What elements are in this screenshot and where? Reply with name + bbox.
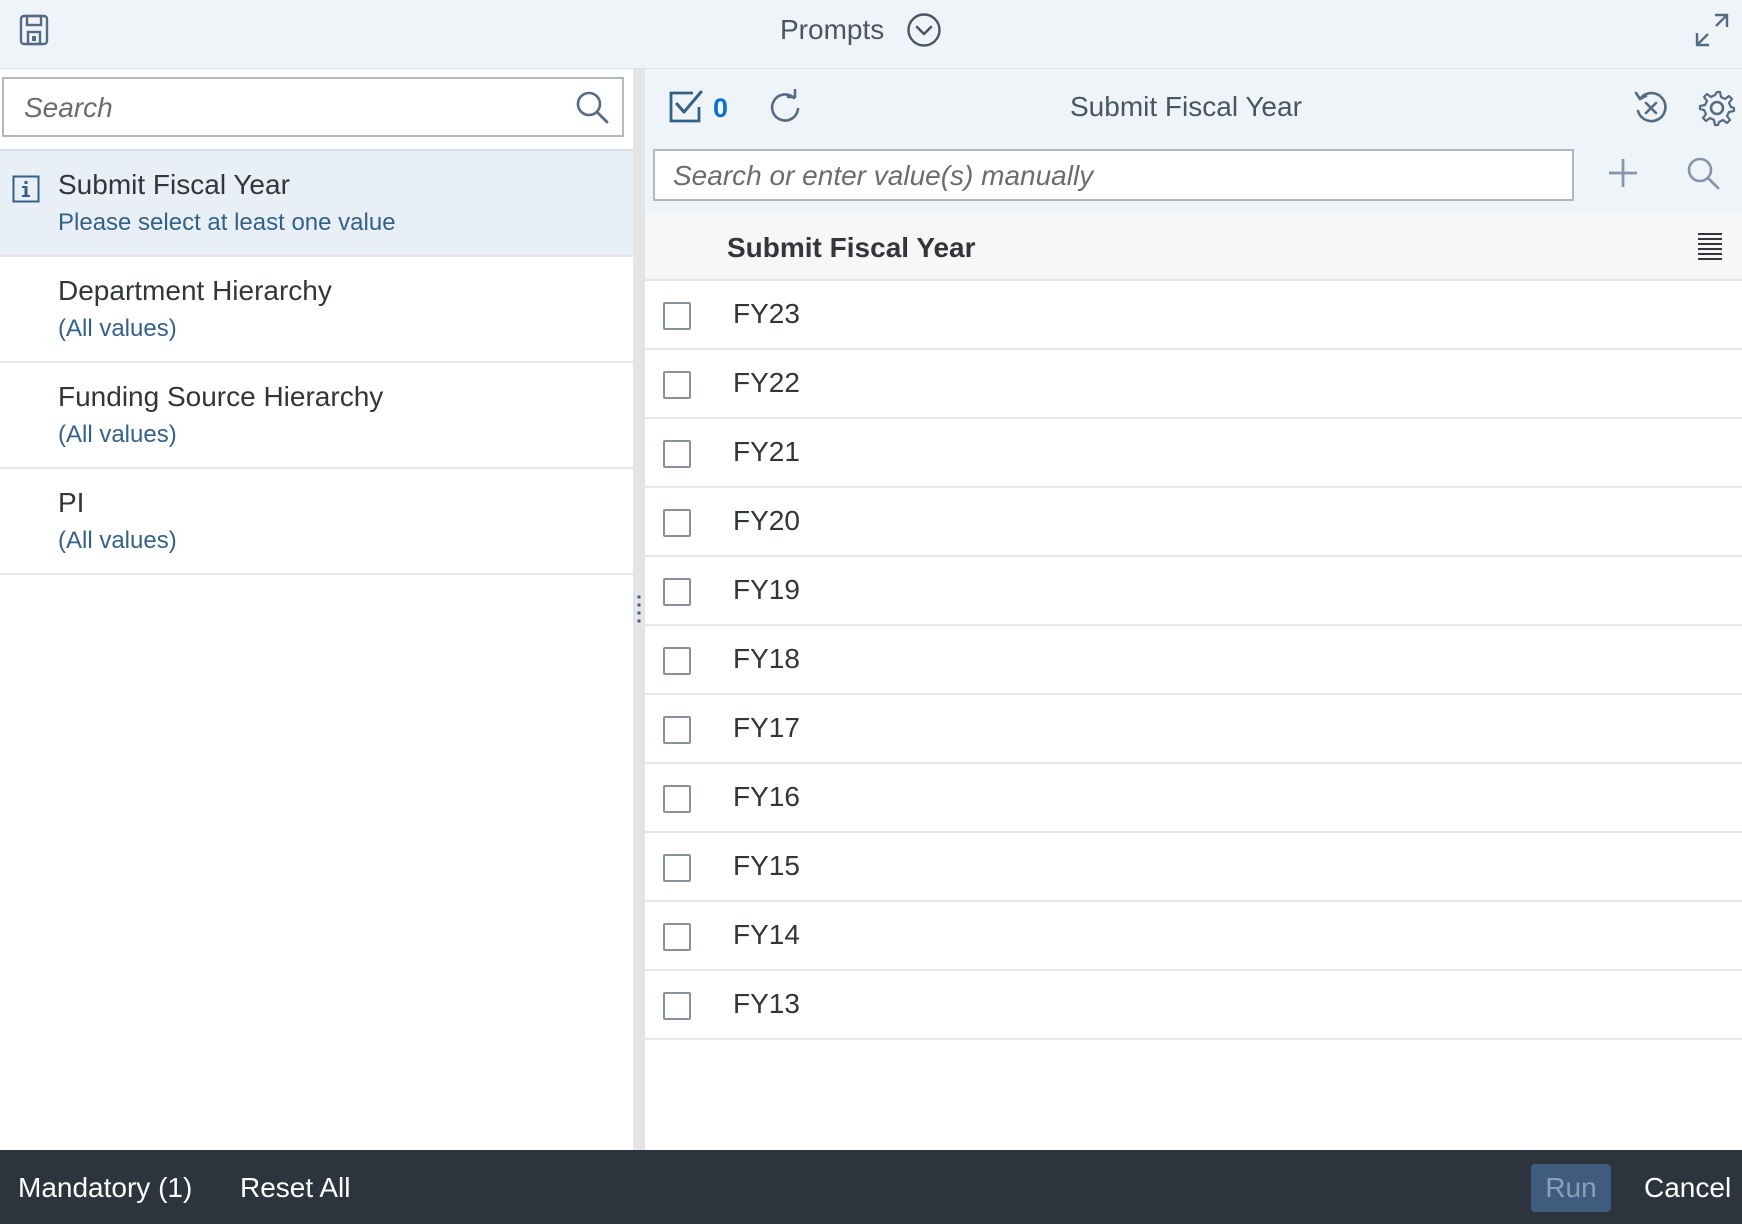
- prompt-search-input[interactable]: [22, 79, 546, 137]
- value-checkbox[interactable]: [663, 785, 691, 813]
- panel-title: Submit Fiscal Year: [1070, 91, 1302, 122]
- prompt-item-subtitle: (All values): [58, 421, 177, 448]
- value-checkbox[interactable]: [663, 440, 691, 468]
- cancel-button[interactable]: Cancel: [1644, 1164, 1731, 1212]
- value-row[interactable]: FY21: [645, 419, 1742, 488]
- save-icon[interactable]: [16, 12, 52, 48]
- splitter-grip-icon[interactable]: [637, 594, 641, 624]
- value-row[interactable]: FY20: [645, 488, 1742, 557]
- value-checkbox[interactable]: [663, 716, 691, 744]
- checkbox-checked-icon[interactable]: [667, 89, 703, 125]
- value-label: FY15: [733, 850, 800, 881]
- prompt-item-subtitle: Please select at least one value: [58, 209, 396, 236]
- prompts-header: Prompts: [0, 0, 1742, 69]
- value-checkbox[interactable]: [663, 509, 691, 537]
- value-checkbox[interactable]: [663, 647, 691, 675]
- search-icon[interactable]: [574, 89, 610, 125]
- value-search-input[interactable]: [671, 151, 1555, 201]
- prompts-title-group[interactable]: Prompts: [780, 10, 942, 50]
- mandatory-filter-button[interactable]: Mandatory (1): [18, 1164, 192, 1212]
- value-label: FY19: [733, 574, 800, 605]
- value-checkbox[interactable]: [663, 923, 691, 951]
- value-label: FY23: [733, 298, 800, 329]
- value-row[interactable]: FY18: [645, 626, 1742, 695]
- prompt-list-panel: Submit Fiscal Year Please select at leas…: [0, 69, 633, 1150]
- prompt-item-title: Submit Fiscal Year: [58, 169, 290, 200]
- run-button[interactable]: Run: [1531, 1164, 1611, 1212]
- value-row[interactable]: FY16: [645, 764, 1742, 833]
- prompt-item-pi[interactable]: PI (All values): [0, 469, 633, 575]
- value-label: FY16: [733, 781, 800, 812]
- prompt-search-box[interactable]: [2, 77, 624, 137]
- column-header-label: Submit Fiscal Year: [727, 232, 976, 263]
- value-label: FY21: [733, 436, 800, 467]
- column-header: Submit Fiscal Year: [645, 214, 1742, 281]
- value-row[interactable]: FY22: [645, 350, 1742, 419]
- settings-icon[interactable]: [1698, 89, 1736, 127]
- value-label: FY17: [733, 712, 800, 743]
- expand-icon[interactable]: [1692, 10, 1732, 50]
- value-checkbox[interactable]: [663, 302, 691, 330]
- value-row[interactable]: FY17: [645, 695, 1742, 764]
- value-checkbox[interactable]: [663, 854, 691, 882]
- value-checkbox[interactable]: [663, 992, 691, 1020]
- value-row[interactable]: FY23: [645, 281, 1742, 350]
- value-label: FY18: [733, 643, 800, 674]
- value-search-box[interactable]: [653, 149, 1574, 201]
- value-row[interactable]: FY19: [645, 557, 1742, 626]
- value-label: FY13: [733, 988, 800, 1019]
- value-checkbox[interactable]: [663, 371, 691, 399]
- value-checkbox[interactable]: [663, 578, 691, 606]
- prompt-item-title: Department Hierarchy: [58, 275, 332, 306]
- prompt-item-title: PI: [58, 487, 85, 518]
- value-label: FY14: [733, 919, 800, 950]
- value-selection-panel: 0 Submit Fiscal Year Submit Fiscal Year …: [645, 69, 1742, 1150]
- value-toolbar: 0 Submit Fiscal Year: [645, 69, 1742, 145]
- value-row[interactable]: FY15: [645, 833, 1742, 902]
- search-icon[interactable]: [1685, 155, 1721, 191]
- chevron-down-circle-icon[interactable]: [906, 12, 942, 48]
- values-list: FY23 FY22 FY21 FY20 FY19 FY18 FY17 FY16 …: [645, 281, 1742, 1040]
- selected-count: 0: [713, 93, 729, 123]
- prompt-item-subtitle: (All values): [58, 527, 177, 554]
- info-icon: [12, 175, 40, 203]
- prompt-item-submit-fiscal-year[interactable]: Submit Fiscal Year Please select at leas…: [0, 151, 633, 257]
- value-row[interactable]: FY13: [645, 971, 1742, 1040]
- value-label: FY20: [733, 505, 800, 536]
- prompt-item-title: Funding Source Hierarchy: [58, 381, 384, 412]
- panel-splitter[interactable]: [633, 69, 645, 1150]
- reset-all-button[interactable]: Reset All: [240, 1164, 351, 1212]
- refresh-icon[interactable]: [767, 89, 803, 125]
- footer-bar: Mandatory (1) Reset All Run Cancel: [0, 1150, 1742, 1224]
- prompt-item-funding-source-hierarchy[interactable]: Funding Source Hierarchy (All values): [0, 363, 633, 469]
- value-row[interactable]: FY14: [645, 902, 1742, 971]
- prompt-item-department-hierarchy[interactable]: Department Hierarchy (All values): [0, 257, 633, 363]
- clear-selection-icon[interactable]: [1632, 89, 1668, 125]
- prompts-title: Prompts: [780, 14, 885, 45]
- prompt-item-subtitle: (All values): [58, 315, 177, 342]
- add-icon[interactable]: [1605, 155, 1641, 191]
- value-label: FY22: [733, 367, 800, 398]
- list-view-icon[interactable]: [1694, 230, 1726, 262]
